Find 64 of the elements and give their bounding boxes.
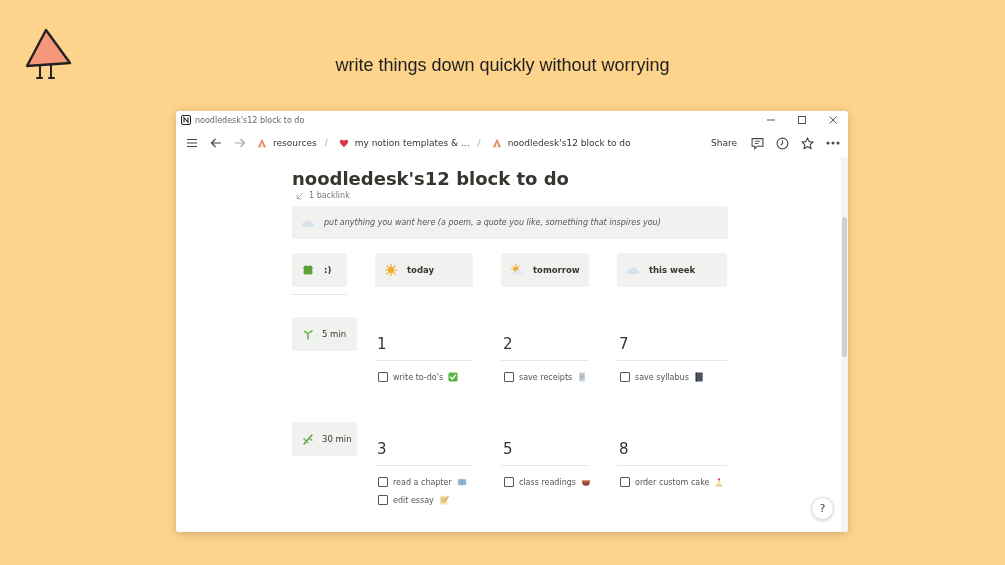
sun-cloud-icon <box>511 264 523 276</box>
block-number: 2 <box>502 334 514 354</box>
clover-icon <box>302 264 314 276</box>
breadcrumb-separator: / <box>477 138 481 148</box>
checkbox[interactable] <box>504 372 514 382</box>
block-number: 8 <box>618 439 630 459</box>
heading-label: tomorrow <box>533 265 580 275</box>
app-logo-icon <box>181 115 191 125</box>
task-text: class readings <box>519 477 576 487</box>
backlinks-link[interactable]: 1 backlink <box>309 191 350 200</box>
close-icon[interactable] <box>828 115 838 125</box>
herb-icon <box>302 433 314 445</box>
breadcrumb-separator: / <box>324 138 328 148</box>
task-text: write to-do's <box>393 372 444 382</box>
task-text: read a chapter <box>393 477 452 487</box>
back-arrow-icon[interactable] <box>210 137 222 149</box>
block-number: 3 <box>376 439 388 459</box>
cup-icon <box>580 477 591 487</box>
maximize-icon[interactable] <box>797 115 807 125</box>
checkbox[interactable] <box>378 372 388 382</box>
time-label: 5 min <box>322 329 347 339</box>
clock-icon[interactable] <box>776 136 789 150</box>
block-number: 7 <box>618 334 630 354</box>
share-button[interactable]: Share <box>711 138 737 148</box>
breadcrumb-link[interactable]: my notion templates & ... <box>338 138 470 148</box>
breadcrumb-link[interactable]: resources <box>257 138 317 148</box>
more-icon[interactable] <box>826 141 840 145</box>
time-label: 30 min <box>322 434 352 444</box>
task-text: save syllabus <box>635 372 689 382</box>
breadcrumb-link[interactable]: noodledesk's12 block to do <box>491 138 631 148</box>
tent-icon <box>491 138 502 148</box>
memo-icon <box>438 495 449 505</box>
heart-icon <box>338 138 349 148</box>
heading-label: today <box>407 265 434 275</box>
triangle-mascot-drawing <box>23 26 73 82</box>
menu-icon[interactable] <box>186 137 198 149</box>
book-icon <box>693 372 704 382</box>
checkbox[interactable] <box>378 477 388 487</box>
checkbox[interactable] <box>504 477 514 487</box>
open-book-icon <box>456 477 467 487</box>
page-title: noodledesk's12 block to do <box>292 167 570 191</box>
check-icon <box>448 372 459 382</box>
task-text: order custom cake <box>635 477 710 487</box>
comment-icon[interactable] <box>751 136 764 150</box>
receipt-icon <box>577 372 588 382</box>
checkbox[interactable] <box>378 495 388 505</box>
block-number: 5 <box>502 439 514 459</box>
task-text: edit essay <box>393 495 434 505</box>
sprout-icon <box>302 328 314 340</box>
scrollbar[interactable] <box>841 157 848 532</box>
help-button[interactable]: ? <box>811 497 834 520</box>
backlink-arrow-icon <box>296 191 304 200</box>
callout-text: put anything you want here (a poem, a quote you like, something that inspires you) <box>324 218 661 227</box>
task-text: save receipts <box>519 372 573 382</box>
window-title: noodledesk's12 block to do <box>195 115 305 125</box>
heading-label: :) <box>324 265 332 275</box>
checkbox[interactable] <box>620 477 630 487</box>
star-icon[interactable] <box>801 136 814 150</box>
tent-icon <box>257 138 267 148</box>
checkbox[interactable] <box>620 372 630 382</box>
tagline: write things down quickly without worrying <box>334 55 671 76</box>
block-number: 1 <box>376 334 388 354</box>
sun-icon <box>385 264 397 276</box>
heading-label: this week <box>649 265 696 275</box>
